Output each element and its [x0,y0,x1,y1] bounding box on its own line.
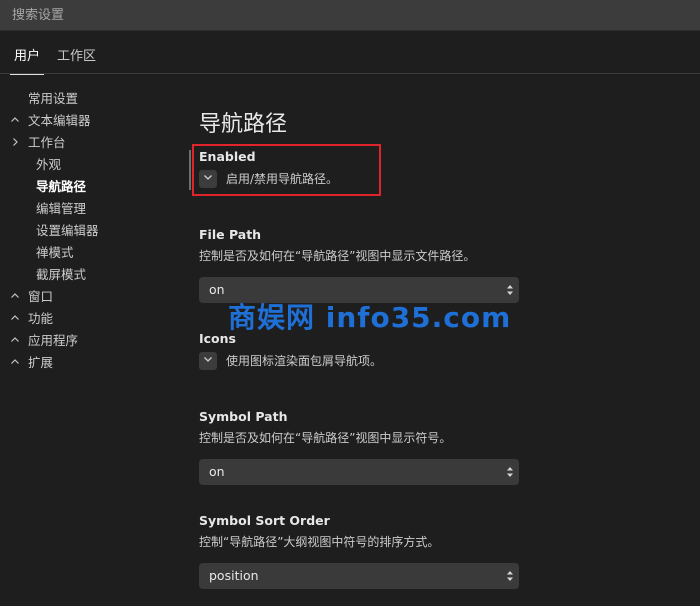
check-icon [202,353,214,369]
select-value: on [209,282,225,297]
modified-indicator [189,150,191,190]
watermark: 商娱网 info35.com [228,301,512,334]
setting-title: Symbol Path [199,409,288,424]
toc-item-label: 功能 [28,311,54,326]
toc-item-label: 工作台 [28,135,66,150]
select-value: on [209,464,225,479]
setting-icons: Icons 使用图标渲染面包屑导航项。 [199,330,529,372]
select-arrows-icon [506,465,514,479]
toc-item-editor-management[interactable]: 编辑管理 [0,198,170,220]
toc-item-application[interactable]: 应用程序 [0,330,170,352]
toc-item-breadcrumbs[interactable]: 导航路径 [0,176,170,198]
select-value: position [209,568,259,583]
toc-item-zen-mode[interactable]: 禅模式 [0,242,170,264]
toc-item-screencast-mode[interactable]: 截屏模式 [0,264,170,286]
toc-item-label: 扩展 [28,355,54,370]
toc-item-common[interactable]: 常用设置 [0,88,170,110]
search-bar [0,0,700,31]
select-arrows-icon [506,569,514,583]
icons-checkbox[interactable] [199,352,217,370]
chevron-up-icon [10,308,22,330]
tab-user[interactable]: 用户 [9,40,45,75]
setting-title: File Path [199,227,262,242]
select-arrows-icon [506,283,514,297]
tab-workspace[interactable]: 工作区 [57,40,96,74]
section-title: 导航路径 [199,112,288,137]
toc-item-appearance[interactable]: 外观 [0,154,170,176]
setting-description: 控制是否及如何在“导航路径”视图中显示符号。 [199,431,452,445]
toc-item-settings-editor[interactable]: 设置编辑器 [0,220,170,242]
checkbox-label: 使用图标渲染面包屑导航项。 [226,354,383,368]
settings-toc: 常用设置 文本编辑器 工作台 外观 导航路径 编辑管理 设置编辑器 禅模式 截屏… [0,88,170,374]
setting-title: Symbol Sort Order [199,513,330,528]
toc-item-features[interactable]: 功能 [0,308,170,330]
symbol-sort-order-select[interactable]: position [199,563,519,589]
setting-symbol-path: Symbol Path 控制是否及如何在“导航路径”视图中显示符号。 on [199,408,529,485]
setting-file-path: File Path 控制是否及如何在“导航路径”视图中显示文件路径。 on [199,226,529,303]
toc-item-label: 应用程序 [28,333,79,348]
toc-item-label: 设置编辑器 [36,223,99,238]
toc-item-extensions[interactable]: 扩展 [0,352,170,374]
search-input[interactable] [0,0,700,30]
toc-item-label: 外观 [36,157,62,172]
setting-description: 控制“导航路径”大纲视图中符号的排序方式。 [199,535,440,549]
scope-tabs: 用户 工作区 [0,40,700,75]
toc-item-label: 常用设置 [28,91,79,106]
chevron-up-icon [10,352,22,374]
chevron-up-icon [10,286,22,308]
toc-item-window[interactable]: 窗口 [0,286,170,308]
toc-item-label: 编辑管理 [36,201,87,216]
toc-item-label: 文本编辑器 [28,113,91,128]
setting-symbol-sort-order: Symbol Sort Order 控制“导航路径”大纲视图中符号的排序方式。 … [199,512,529,589]
annotation-highlight-box [192,144,381,196]
chevron-up-icon [10,110,22,132]
setting-description: 控制是否及如何在“导航路径”视图中显示文件路径。 [199,249,476,263]
toc-item-label: 截屏模式 [36,267,87,282]
toc-item-label: 窗口 [28,289,54,304]
toc-item-label: 禅模式 [36,245,74,260]
symbol-path-select[interactable]: on [199,459,519,485]
toc-item-workbench[interactable]: 工作台 [0,132,170,154]
chevron-up-icon [10,330,22,352]
chevron-right-icon [10,132,22,154]
toc-item-text-editor[interactable]: 文本编辑器 [0,110,170,132]
toc-item-label: 导航路径 [36,179,87,194]
